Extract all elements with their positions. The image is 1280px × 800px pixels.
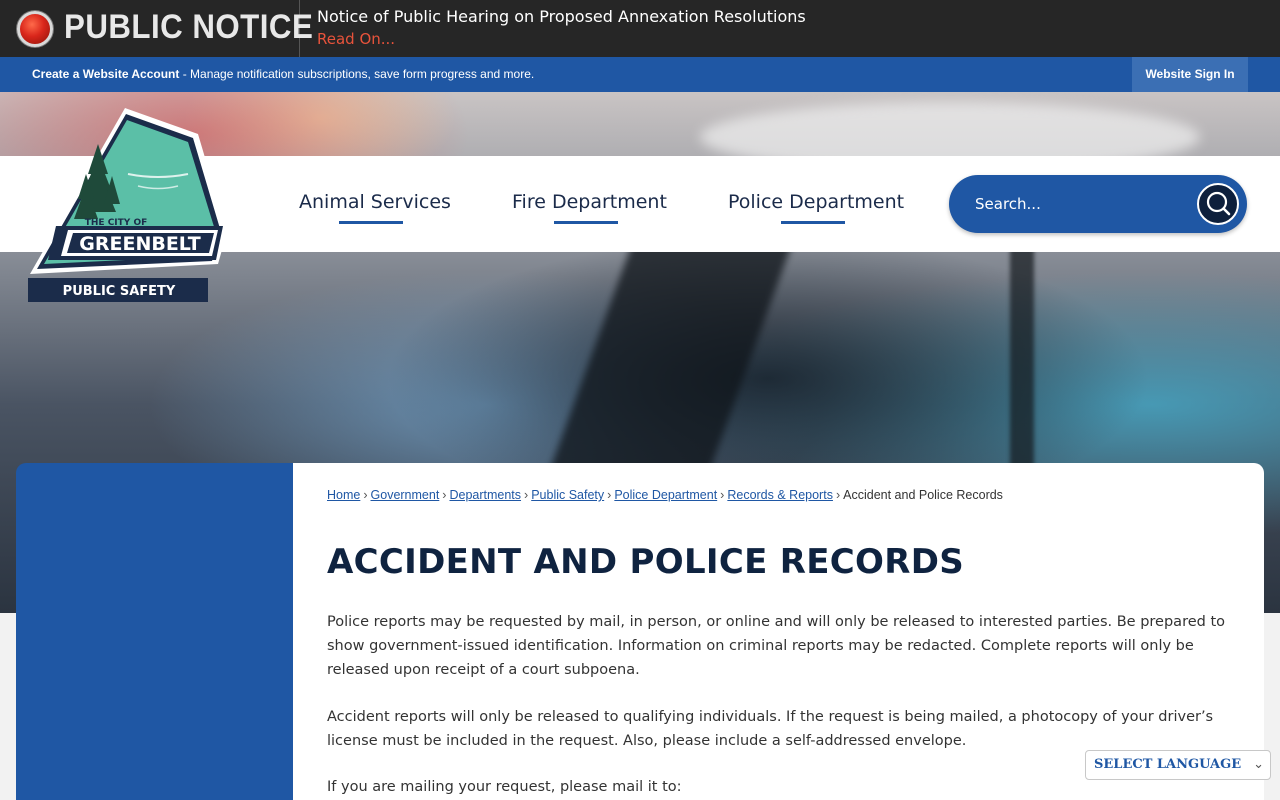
search-input[interactable] — [975, 193, 1175, 215]
breadcrumb-separator: › — [442, 488, 447, 502]
search-icon — [1206, 191, 1231, 216]
breadcrumb-current: Accident and Police Records — [843, 488, 1003, 502]
nav-item-animal-services[interactable]: Animal Services — [299, 191, 451, 213]
website-sign-in-button[interactable]: Website Sign In — [1132, 57, 1248, 92]
breadcrumb-government[interactable]: Government — [371, 488, 440, 502]
nav-item-fire-department[interactable]: Fire Department — [512, 191, 667, 213]
public-notice-label-area: PUBLIC NOTICE — [0, 0, 313, 57]
breadcrumb-separator: › — [835, 488, 841, 502]
public-notice-title: PUBLIC NOTICE — [64, 8, 314, 46]
breadcrumb-departments[interactable]: Departments — [449, 488, 521, 502]
page-title: ACCIDENT AND POLICE RECORDS — [327, 542, 965, 582]
chevron-down-icon: ⌄ — [1253, 757, 1264, 772]
paragraph-police-reports: Police reports may be requested by mail,… — [327, 614, 1226, 678]
logo-line2: GREENBELT — [79, 233, 201, 255]
language-select[interactable]: SELECT LANGUAGE ⌄ — [1085, 750, 1271, 780]
public-notice-bar: PUBLIC NOTICE Notice of Public Hearing o… — [0, 0, 1280, 57]
breadcrumb-separator: › — [524, 488, 529, 502]
nav-item-police-department[interactable]: Police Department — [728, 191, 904, 213]
breadcrumb-separator: › — [363, 488, 368, 502]
search-button[interactable] — [1197, 183, 1239, 225]
read-on-link[interactable]: Read On... — [317, 30, 395, 48]
nav-underline — [781, 221, 845, 224]
nav-underline — [554, 221, 618, 224]
nav-underline — [339, 221, 403, 224]
breadcrumb-public-safety[interactable]: Public Safety — [531, 488, 604, 502]
notice-headline[interactable]: Notice of Public Hearing on Proposed Ann… — [317, 7, 806, 26]
city-logo[interactable]: THE CITY OF GREENBELT PUBLIC SAFETY — [28, 104, 228, 302]
language-select-label: SELECT LANGUAGE — [1094, 757, 1242, 772]
breadcrumb-separator: › — [607, 488, 612, 502]
breadcrumb-home[interactable]: Home — [327, 488, 360, 502]
breadcrumb-records-reports[interactable]: Records & Reports — [727, 488, 833, 502]
breadcrumb-police-department[interactable]: Police Department — [614, 488, 717, 502]
create-account-link[interactable]: Create a Website Account — [32, 67, 179, 81]
logo-line1: THE CITY OF — [85, 218, 148, 228]
account-bar: Create a Website Account - Manage notifi… — [0, 57, 1280, 92]
alert-indicator-icon — [17, 11, 53, 47]
account-description: - Manage notification subscriptions, sav… — [179, 67, 535, 81]
paragraph-accident-reports: Accident reports will only be released t… — [327, 709, 1214, 749]
account-message: Create a Website Account - Manage notifi… — [32, 67, 534, 81]
logo-line3: PUBLIC SAFETY — [63, 284, 176, 299]
breadcrumb-separator: › — [720, 488, 725, 502]
breadcrumb: Home › Government › Departments › Public Safet… — [327, 488, 1003, 502]
sidebar-panel — [16, 463, 293, 800]
